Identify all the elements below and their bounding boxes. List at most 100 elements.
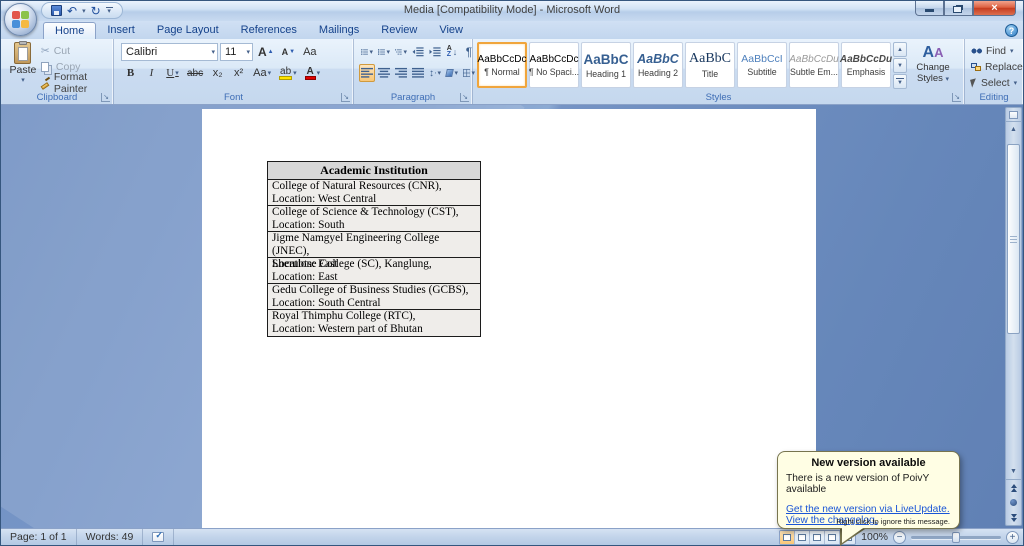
paragraph-dialog-launcher[interactable]: ↘ [460,93,469,102]
grow-font-button[interactable]: A▲ [255,43,277,61]
restore-icon [953,6,962,13]
academic-institution-table[interactable]: Academic Institution College of Natural … [267,161,481,337]
style-emphasis[interactable]: AaBbCcDu Emphasis [841,42,891,88]
font-color-button[interactable]: A ▾ [302,64,324,82]
balloon-tail [842,526,866,543]
style-subtitle[interactable]: AaBbCcI Subtitle [737,42,787,88]
help-button[interactable]: ? [1005,24,1018,37]
decrease-indent-button[interactable] [410,43,426,61]
multilevel-list-button[interactable]: ▾ [393,43,409,61]
next-page-button[interactable] [1006,510,1021,525]
close-button[interactable]: × [973,1,1016,16]
font-color-icon: A [305,67,316,80]
style-normal[interactable]: AaBbCcDc ¶ Normal [477,42,527,88]
office-button[interactable] [4,3,37,36]
font-group-label: Font [115,91,352,104]
bold-button[interactable]: B [121,64,140,82]
scroll-down-button[interactable]: ▼ [1006,464,1021,479]
bullets-icon [361,46,368,58]
print-layout-view-button[interactable] [780,531,795,544]
sort-button[interactable]: AZ ↓ [444,43,460,61]
align-right-button[interactable] [393,64,409,82]
tab-references[interactable]: References [230,22,308,39]
clipboard-dialog-launcher[interactable]: ↘ [101,93,110,102]
font-size-combo[interactable]: 11 ▾ [220,43,253,61]
tab-page-layout[interactable]: Page Layout [146,22,230,39]
outline-view-button[interactable] [825,531,840,544]
minimize-button[interactable] [915,1,944,16]
align-center-button[interactable] [376,64,392,82]
change-case-button[interactable]: Aa▾ [250,64,274,82]
cut-button[interactable]: ✂ Cut [41,44,111,58]
font-dialog-launcher[interactable]: ↘ [341,93,350,102]
shading-button[interactable]: ▾ [444,64,460,82]
line-spacing-button[interactable]: ↕ ▾ [427,64,443,82]
spell-check-icon: ✓ [152,532,164,542]
full-screen-reading-view-button[interactable] [795,531,810,544]
restore-button[interactable] [944,1,973,16]
style-no-spacing[interactable]: AaBbCcDc ¶ No Spaci... [529,42,579,88]
underline-button[interactable]: U▾ [163,64,182,82]
status-bar-right: 100% − + [779,529,1019,545]
styles-scroll-up-icon[interactable]: ▲ [893,42,907,57]
update-notification-balloon[interactable]: New version available There is a new ver… [777,451,960,529]
scroll-up-button[interactable]: ▲ [1006,122,1021,137]
select-button[interactable]: Select ▾ [971,76,1023,90]
select-browse-object-button[interactable] [1006,495,1021,510]
paste-button[interactable]: Paste ▾ [8,42,38,90]
style-heading-2[interactable]: AaBbC Heading 2 [633,42,683,88]
style-heading-1[interactable]: AaBbC Heading 1 [581,42,631,88]
group-editing: Find ▾ Replace Select ▾ Editing [965,39,1023,104]
format-painter-button[interactable]: Format Painter [41,76,111,90]
zoom-out-button[interactable]: − [893,531,906,544]
strikethrough-button[interactable]: abc [184,64,206,82]
subscript-button[interactable]: x₂ [208,64,227,82]
clear-formatting-button[interactable]: Aa [300,43,319,61]
grow-font-icon: A [258,45,267,59]
ruler-toggle-button[interactable] [1006,108,1021,122]
subscript-icon: x₂ [213,67,223,79]
style-subtle-emphasis[interactable]: AaBbCcDu Subtle Em... [789,42,839,88]
zoom-in-button[interactable]: + [1006,531,1019,544]
text-highlight-button[interactable]: ab ▾ [276,64,300,82]
numbering-button[interactable]: ▾ [376,43,392,61]
page-count[interactable]: Page: 1 of 1 [1,529,77,545]
proofing-status[interactable]: ✓ [143,529,174,545]
find-icon [971,48,982,54]
copy-icon [41,62,49,72]
justify-icon [412,67,424,79]
multilevel-list-icon [395,46,402,58]
scrollbar-track[interactable] [1006,137,1021,464]
web-layout-view-button[interactable] [810,531,825,544]
styles-scroll-down-icon[interactable]: ▼ [893,58,907,73]
shrink-font-button[interactable]: A▼ [279,43,298,61]
scrollbar-thumb[interactable] [1007,144,1020,334]
previous-page-button[interactable] [1006,480,1021,495]
bullets-button[interactable]: ▾ [359,43,375,61]
style-title[interactable]: AaBbC Title [685,42,735,88]
italic-button[interactable]: I [142,64,161,82]
tab-home[interactable]: Home [43,22,96,39]
font-name-combo[interactable]: Calibri ▾ [121,43,218,61]
zoom-slider[interactable] [911,536,1001,539]
increase-indent-button[interactable] [427,43,443,61]
styles-dialog-launcher[interactable]: ↘ [952,93,961,102]
browse-object-icon [1010,499,1017,506]
superscript-button[interactable]: x² [229,64,248,82]
justify-button[interactable] [410,64,426,82]
liveupdate-link[interactable]: Get the new version via LiveUpdate. [786,504,951,515]
tab-insert[interactable]: Insert [96,22,146,39]
tab-view[interactable]: View [428,22,474,39]
document-page[interactable]: Academic Institution College of Natural … [202,109,816,528]
styles-gallery-expand-icon[interactable]: ▼ [893,74,907,89]
tab-review[interactable]: Review [370,22,428,39]
tab-mailings[interactable]: Mailings [308,22,370,39]
align-left-button[interactable] [359,64,375,82]
replace-button[interactable]: Replace [971,60,1023,74]
clear-formatting-icon: Aa [303,46,316,58]
find-button[interactable]: Find ▾ [971,44,1023,58]
office-logo-icon [12,11,29,28]
change-styles-button[interactable]: AA Change Styles ▾ [909,41,957,85]
zoom-slider-thumb[interactable] [952,532,960,543]
word-count[interactable]: Words: 49 [77,529,144,545]
